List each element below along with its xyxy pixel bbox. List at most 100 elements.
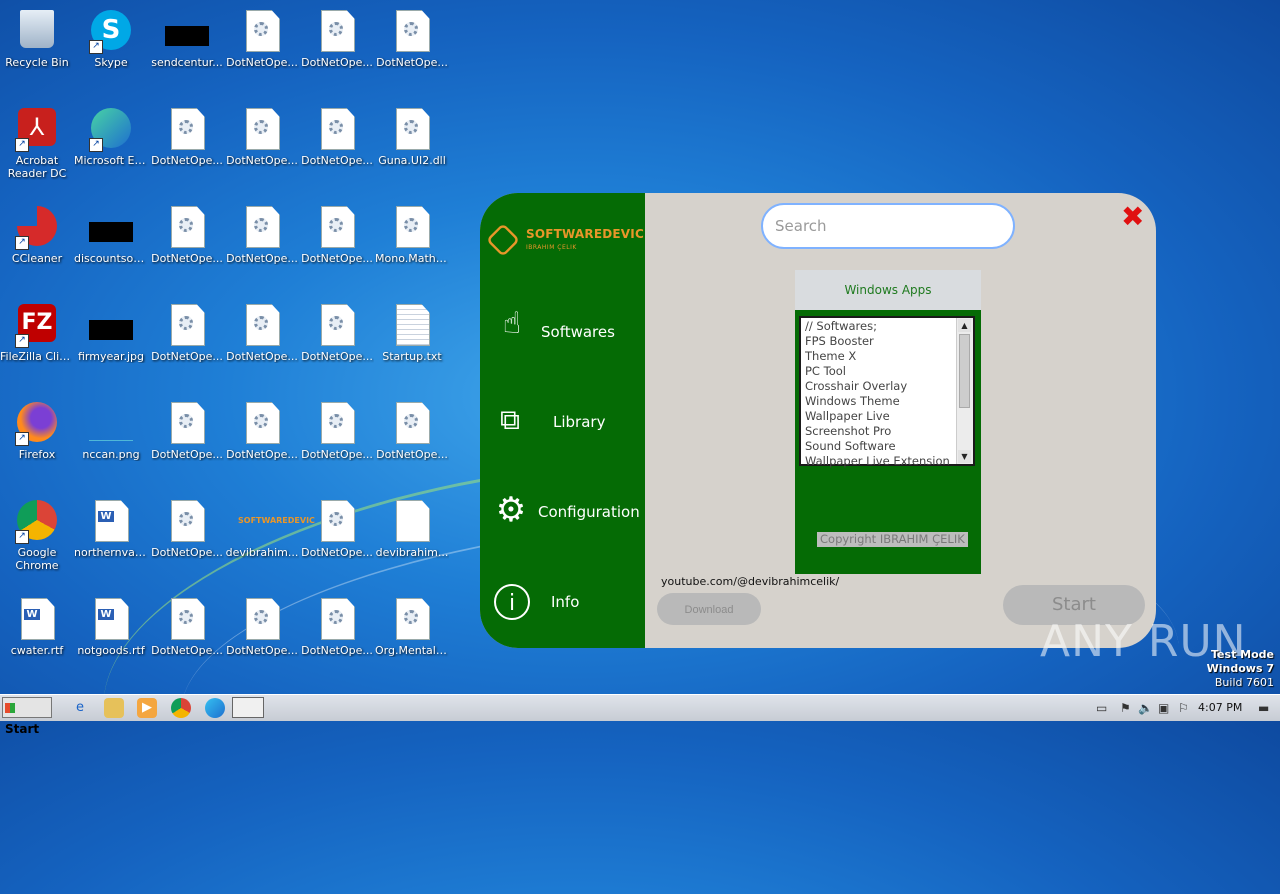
network-icon[interactable]: ▣ (1158, 701, 1169, 715)
desktop-icon[interactable]: DotNetOpe... (300, 298, 374, 363)
desktop-icon[interactable]: ↗ Google Chrome (0, 494, 74, 572)
desktop-icon[interactable]: DotNetOpe... (150, 102, 224, 167)
flag-icon[interactable]: ⚑ (1120, 701, 1131, 715)
desktop-icon-label: nccan.png (82, 448, 140, 461)
desktop-icon[interactable]: DotNetOpe... (300, 494, 374, 559)
nav-label: Configuration (538, 503, 640, 521)
sidebar: SOFTWAREDEVIC IBRAHIM ÇELIK ☝ Softwares … (480, 193, 645, 648)
desktop-icon[interactable]: Guna.UI2.dll (375, 102, 449, 167)
app-window-icon[interactable] (232, 697, 264, 718)
list-item[interactable]: Wallpaper Live Extension (805, 454, 959, 469)
show-desktop-icon[interactable]: ▬ (1258, 701, 1269, 715)
desktop-icon[interactable]: DotNetOpe... (225, 592, 299, 657)
explorer-icon[interactable] (104, 698, 124, 718)
desktop-icon[interactable]: DotNetOpe... (300, 4, 374, 69)
desktop-icon[interactable]: DotNetOpe... (150, 494, 224, 559)
filezilla-icon: FZ ↗ (15, 304, 57, 348)
scroll-up-icon[interactable]: ▲ (958, 319, 971, 332)
list-item[interactable]: // Softwares; (805, 319, 959, 334)
desktop-icon[interactable]: Wcwater.rtf (0, 592, 74, 657)
volume-icon[interactable]: 🔈 (1138, 701, 1153, 715)
desktop-icon[interactable]: DotNetOpe... (150, 200, 224, 265)
desktop-icon-label: notgoods.rtf (77, 644, 145, 657)
desktop-icon[interactable]: Org.Mentali... (375, 592, 449, 657)
chrome-icon[interactable] (171, 698, 191, 718)
desktop-icon[interactable]: DotNetOpe... (150, 298, 224, 363)
media-player-icon[interactable]: ▶ (137, 698, 157, 718)
desktop-icon[interactable]: DotNetOpe... (375, 4, 449, 69)
desktop-icon[interactable]: DotNetOpe... (225, 298, 299, 363)
clock[interactable]: 4:07 PM (1198, 701, 1242, 714)
desktop-icon[interactable]: DotNetOpe... (300, 102, 374, 167)
scrollbar-thumb[interactable] (959, 334, 970, 408)
desktop-icon[interactable]: DotNetOpe... (150, 396, 224, 461)
desktop-icon[interactable]: discountsom... (74, 200, 148, 265)
desktop-icon[interactable]: sendcentur... (150, 4, 224, 69)
desktop-icon-label: DotNetOpe... (376, 448, 448, 461)
desktop-icon[interactable]: firmyear.jpg (74, 298, 148, 363)
list-item[interactable]: Sound Software (805, 439, 959, 454)
desktop-icon[interactable]: ↗ Microsoft Edge (74, 102, 148, 167)
desktop-icon[interactable]: DotNetOpe... (375, 396, 449, 461)
desktop-icon[interactable]: DotNetOpe... (225, 4, 299, 69)
desktop-icon[interactable]: devibrahim... (375, 494, 449, 559)
list-item[interactable]: FPS Booster (805, 334, 959, 349)
desktop-icon[interactable]: DotNetOpe... (150, 592, 224, 657)
shortcut-arrow-icon: ↗ (15, 334, 29, 348)
desktop-icon[interactable]: Startup.txt (375, 298, 449, 363)
dll-file-icon (167, 206, 207, 248)
desktop-icon[interactable]: DotNetOpe... (300, 200, 374, 265)
listbox-scrollbar[interactable]: ▲ ▼ (956, 318, 973, 464)
brand-name: SOFTWAREDEVIC (526, 227, 644, 241)
test-mode-line: Windows 7 (1206, 662, 1274, 675)
start-menu-button[interactable]: Start (2, 697, 52, 736)
desktop-icon[interactable]: Wnotgoods.rtf (74, 592, 148, 657)
action-center-icon[interactable]: ⚐ (1178, 701, 1189, 715)
nav-library[interactable]: ⧉ Library (480, 392, 645, 452)
list-item[interactable]: PC Tool (805, 364, 959, 379)
desktop-icon[interactable]: DotNetOpe... (300, 592, 374, 657)
desktop-icon[interactable]: ↗ CCleaner (0, 200, 74, 265)
start-label: Start (5, 722, 40, 736)
shortcut-arrow-icon: ↗ (15, 530, 29, 544)
image-file-icon: SOFTWAREDEVIC (238, 516, 315, 525)
desktop-icon[interactable]: DotNetOpe... (225, 200, 299, 265)
desktop-icon-label: DotNetOpe... (376, 56, 448, 69)
test-mode-line: Build 7601 (1214, 676, 1274, 689)
desktop-icon[interactable]: ↗ Firefox (0, 396, 74, 461)
desktop-icon[interactable]: DotNetOpe... (300, 396, 374, 461)
desktop-icon[interactable]: DotNetOpe... (225, 396, 299, 461)
nav-softwares[interactable]: ☝ Softwares (480, 302, 645, 362)
nav-info[interactable]: i Info (480, 572, 645, 632)
apps-listbox[interactable]: // Softwares; FPS Booster Theme X PC Tool Cr… (799, 316, 975, 469)
brand-subtitle: IBRAHIM ÇELIK (526, 244, 577, 251)
desktop-icon[interactable]: S ↗ Skype (74, 4, 148, 69)
list-item[interactable]: Theme X (805, 349, 959, 364)
youtube-link[interactable]: youtube.com/@devibrahimcelik/ (661, 575, 839, 588)
desktop-icon[interactable]: FZ ↗ FileZilla Client (0, 298, 74, 363)
ie-icon[interactable]: e (70, 698, 90, 718)
scroll-down-icon[interactable]: ▼ (958, 450, 971, 463)
desktop-icon[interactable]: DotNetOpe... (225, 102, 299, 167)
tray-app-icon[interactable]: ▭ (1096, 701, 1107, 715)
desktop-icon-label: Google Chrome (15, 546, 59, 572)
edge-icon[interactable] (205, 698, 225, 718)
list-item[interactable]: Wallpaper Live (805, 409, 959, 424)
desktop-icon-label: Mono.Math.dll (375, 252, 449, 265)
desktop-icon[interactable]: ⅄ ↗ Acrobat Reader DC (0, 102, 74, 180)
nav-configuration[interactable]: ⚙ Configuration (480, 482, 645, 542)
download-button[interactable]: Download (657, 593, 761, 625)
desktop-icon[interactable]: SOFTWAREDEVIC devibrahim... (225, 494, 315, 559)
desktop-icon[interactable]: Mono.Math.dll (375, 200, 449, 265)
list-item[interactable]: Windows Theme (805, 394, 959, 409)
puzzle-icon: ⧉ (500, 403, 520, 436)
close-icon[interactable]: ✖ (1121, 201, 1144, 233)
desktop-icon[interactable]: Wnorthernva.rtf (74, 494, 148, 559)
desktop-icon[interactable]: Recycle Bin (0, 4, 74, 69)
desktop-icon[interactable]: nccan.png (74, 396, 148, 461)
desktop-icon-label: DotNetOpe... (301, 252, 373, 265)
list-item[interactable]: Crosshair Overlay (805, 379, 959, 394)
list-item[interactable]: Screenshot Pro (805, 424, 959, 439)
search-input[interactable] (761, 203, 1015, 249)
dll-file-icon (317, 10, 357, 52)
